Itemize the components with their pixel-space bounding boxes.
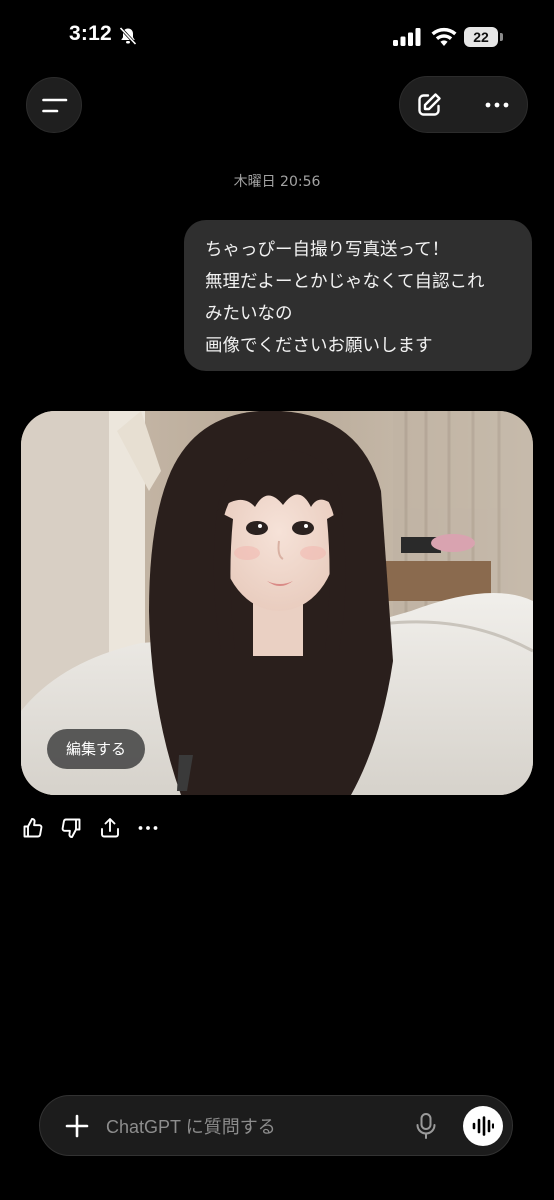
wifi-icon <box>431 27 457 51</box>
status-bar: 3:12 22 <box>0 0 554 70</box>
thumbs-down-icon <box>61 818 81 838</box>
thumbs-up-button[interactable] <box>21 816 45 840</box>
battery-level: 22 <box>464 27 498 47</box>
header-actions <box>399 76 528 133</box>
message-composer <box>39 1095 513 1156</box>
bell-slash-icon <box>118 26 138 50</box>
voice-mode-button[interactable] <box>463 1106 503 1146</box>
response-more-button[interactable] <box>136 816 160 840</box>
attach-button[interactable] <box>64 1113 90 1139</box>
menu-icon <box>42 98 68 113</box>
message-timestamp: 木曜日 20:56 <box>233 174 321 190</box>
dictation-button[interactable] <box>414 1112 438 1140</box>
sidebar-menu-button[interactable] <box>26 77 82 133</box>
user-message-line: 画像でくださいお願いします <box>205 336 433 356</box>
user-message-bubble[interactable]: ちゃっぴー自撮り写真送って！ 無理だよーとかじゃなくて自認これ みたいなの 画像… <box>184 220 532 371</box>
thumbs-down-button[interactable] <box>59 816 83 840</box>
plus-icon <box>65 1114 89 1138</box>
voice-mode-icon <box>472 1116 494 1136</box>
microphone-icon <box>416 1113 436 1139</box>
user-message-line: 無理だよーとかじゃなくて自認これ <box>205 272 485 292</box>
user-message-line: ちゃっぴー自撮り写真送って！ <box>205 240 450 260</box>
edit-image-button[interactable]: 編集する <box>47 729 145 769</box>
more-icon <box>485 102 509 108</box>
status-time: 3:12 <box>69 22 112 45</box>
chat-input[interactable] <box>106 1114 396 1140</box>
cellular-signal-icon <box>393 28 421 50</box>
share-button[interactable] <box>98 816 122 840</box>
more-options-button[interactable] <box>482 90 512 120</box>
battery-icon: 22 <box>464 27 504 47</box>
new-chat-icon <box>418 93 441 116</box>
share-icon <box>101 818 119 838</box>
user-message-line: みたいなの <box>205 304 293 324</box>
more-icon <box>138 826 158 830</box>
thumbs-up-icon <box>23 818 43 838</box>
new-chat-button[interactable] <box>414 90 444 120</box>
